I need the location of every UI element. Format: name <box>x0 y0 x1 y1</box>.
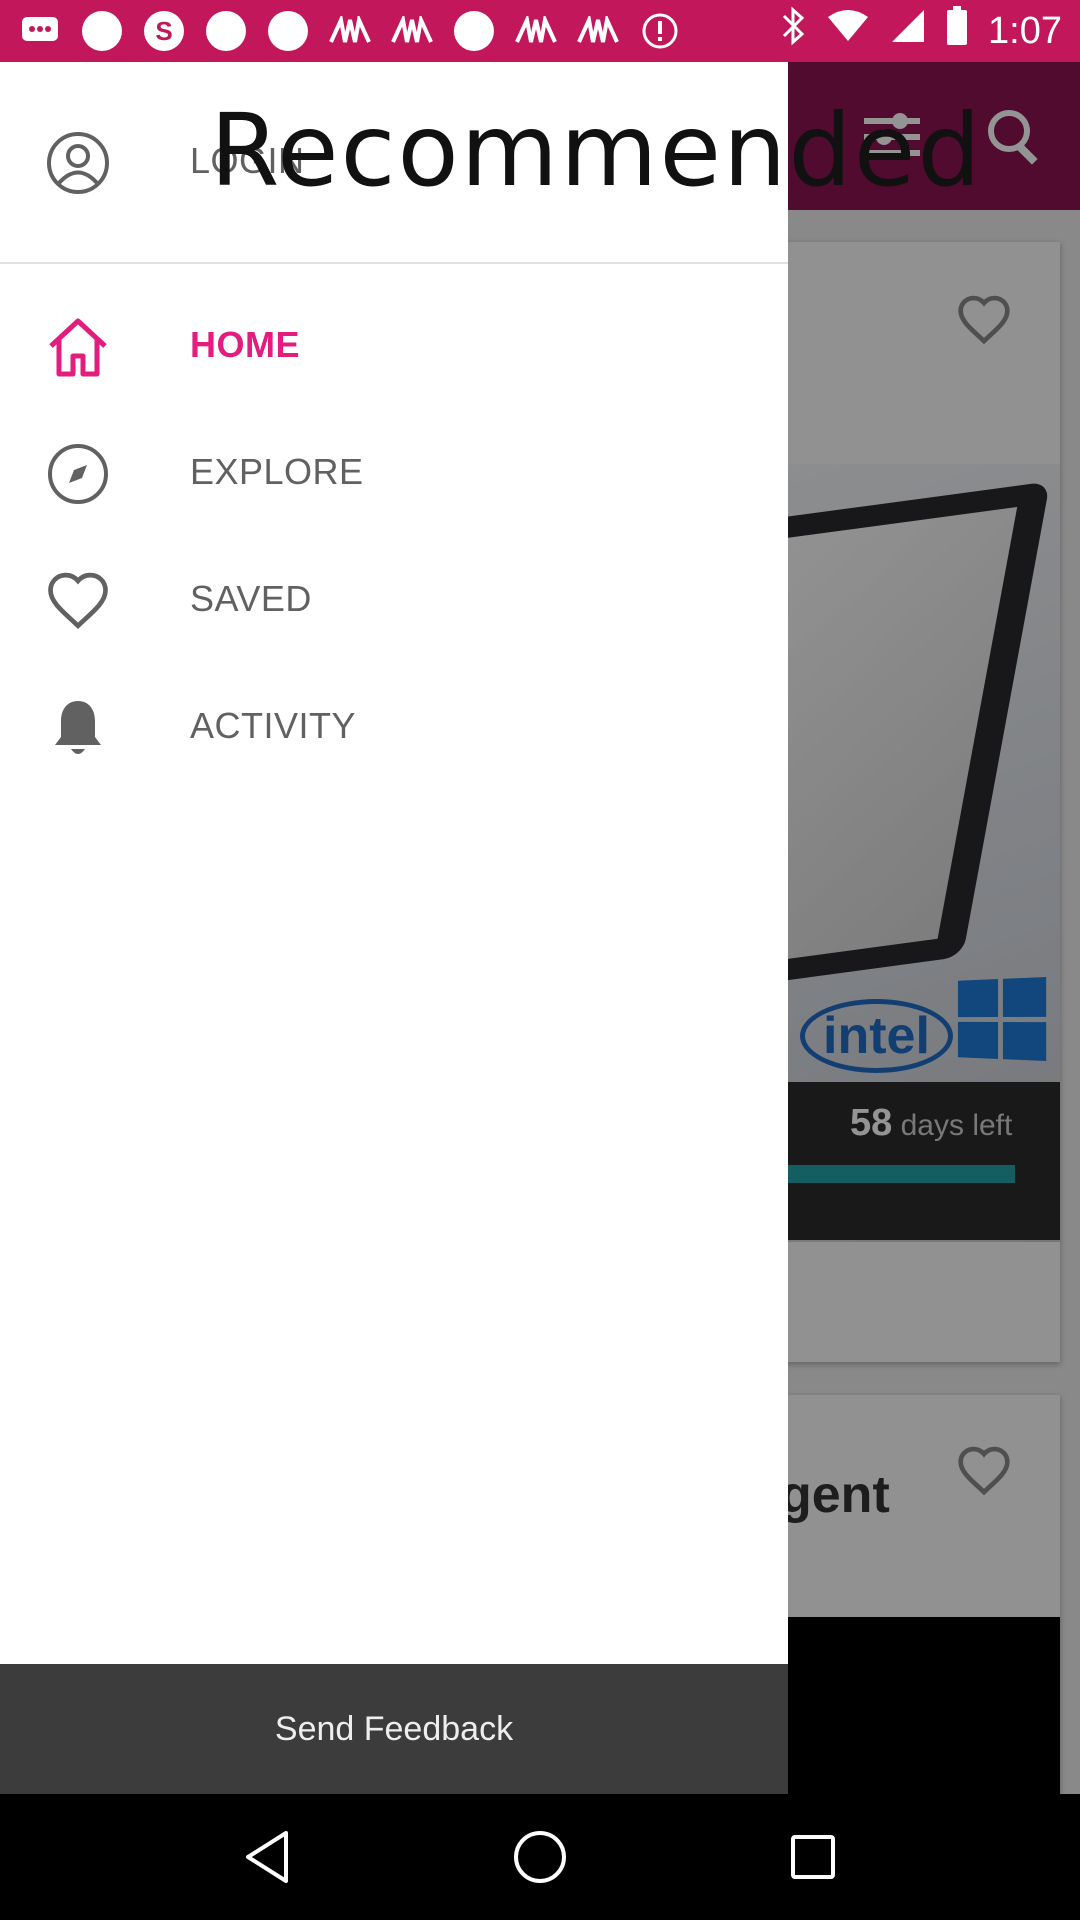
menu-item-explore[interactable]: EXPLORE <box>0 411 788 538</box>
svg-text:S: S <box>155 16 172 46</box>
compass-icon <box>45 441 111 507</box>
battery-icon <box>946 6 968 56</box>
menu-item-label: ACTIVITY <box>190 705 357 746</box>
screen: S 1:07 intel 58 days left gent LOGIN HOM… <box>0 0 1080 1920</box>
menu-item-activity[interactable]: ACTIVITY <box>0 665 788 792</box>
bird-icon <box>390 9 434 53</box>
back-icon[interactable] <box>232 1822 302 1892</box>
circle-icon <box>452 9 496 53</box>
heart-icon <box>45 568 111 634</box>
bell-icon <box>45 695 111 761</box>
circle-icon <box>204 9 248 53</box>
bird-icon <box>576 9 620 53</box>
send-feedback-button[interactable]: Send Feedback <box>0 1664 788 1794</box>
page-title: Recommended <box>210 92 983 209</box>
circle-icon <box>80 9 124 53</box>
menu-item-label: EXPLORE <box>190 451 364 492</box>
navigation-drawer: LOGIN HOME EXPLORE SAVED ACTIVITY Send F… <box>0 62 788 1794</box>
wifi-icon <box>826 9 870 53</box>
bird-icon <box>514 9 558 53</box>
menu-item-saved[interactable]: SAVED <box>0 538 788 665</box>
bluetooth-icon <box>780 6 806 56</box>
status-bar: S 1:07 <box>0 0 1080 62</box>
status-time: 1:07 <box>988 9 1062 52</box>
home-icon <box>45 314 111 380</box>
recents-icon[interactable] <box>778 1822 848 1892</box>
account-icon[interactable] <box>45 130 111 196</box>
menu-item-label: HOME <box>190 324 300 365</box>
s-icon: S <box>142 9 186 53</box>
bird-icon <box>328 9 372 53</box>
signal-icon <box>890 8 926 54</box>
alert-icon <box>638 9 682 53</box>
home-circle-icon[interactable] <box>505 1822 575 1892</box>
circle-icon <box>266 9 310 53</box>
menu-item-label: SAVED <box>190 578 312 619</box>
chat-icon <box>18 9 62 53</box>
system-nav-bar <box>0 1794 1080 1920</box>
menu-item-home[interactable]: HOME <box>0 284 788 411</box>
